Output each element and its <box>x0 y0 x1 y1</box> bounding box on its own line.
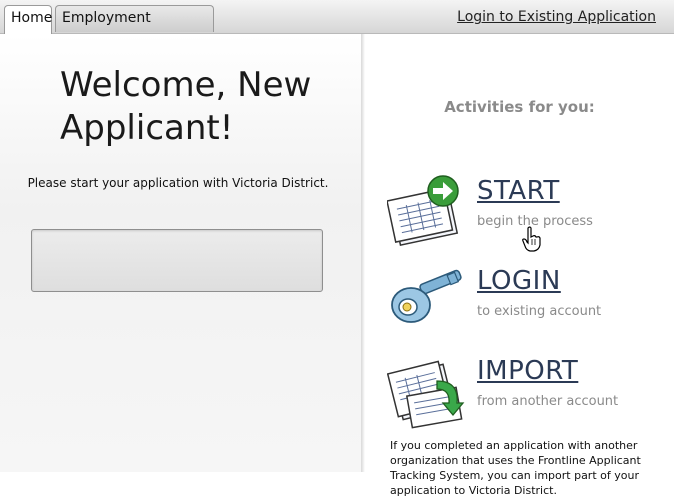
left-panel: Welcome, New Applicant! Please start you… <box>0 34 362 472</box>
instruction-text: Please start your application with Victo… <box>27 176 329 190</box>
document-import-icon <box>387 360 465 429</box>
content-box <box>31 229 323 292</box>
import-subtitle: from another account <box>477 394 619 409</box>
right-panel: Activities for you: START begin the proc… <box>365 34 674 497</box>
import-description: If you completed an application with ano… <box>390 439 641 497</box>
welcome-line-2: Applicant! <box>60 108 234 148</box>
hand-pointer-icon <box>522 226 541 252</box>
login-existing-application-link[interactable]: Login to Existing Application <box>457 9 656 25</box>
start-title: START <box>477 176 560 206</box>
login-title: LOGIN <box>477 266 561 296</box>
tab-home[interactable]: Home <box>4 5 52 34</box>
tab-employment-application[interactable]: Employment Application <box>55 5 214 51</box>
login-subtitle: to existing account <box>477 304 602 319</box>
tab-bar: Home Employment Application Login to Exi… <box>0 0 674 51</box>
import-title: IMPORT <box>477 356 579 386</box>
login-activity[interactable]: LOGIN to existing account <box>387 261 672 341</box>
import-activity[interactable]: IMPORT from another account <box>387 351 672 431</box>
key-icon <box>391 269 462 323</box>
document-arrow-icon <box>387 175 459 247</box>
welcome-heading: Welcome, New Applicant! <box>60 64 350 150</box>
activities-title: Activities for you: <box>444 98 595 116</box>
welcome-line-1: Welcome, New <box>60 65 312 105</box>
